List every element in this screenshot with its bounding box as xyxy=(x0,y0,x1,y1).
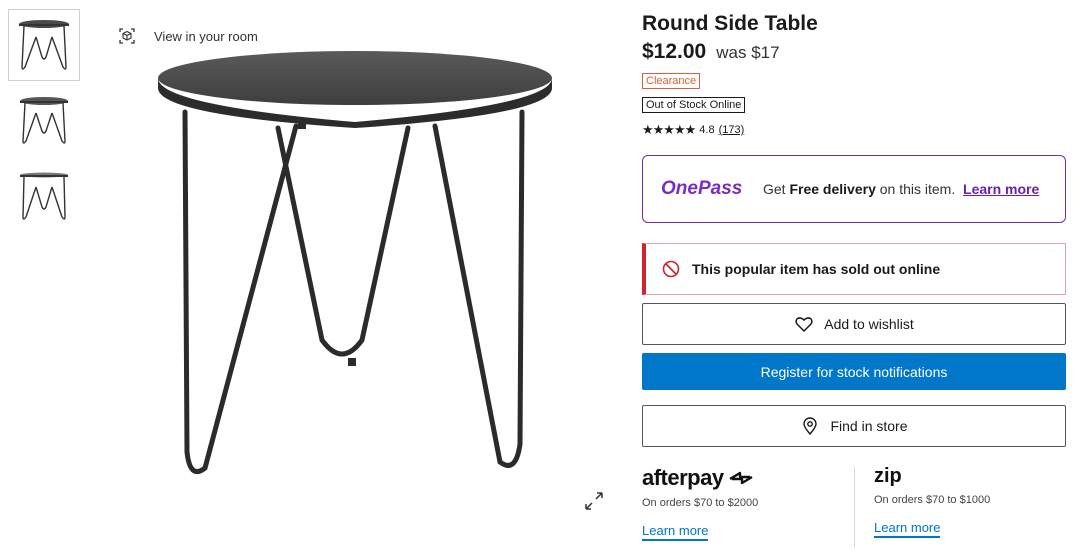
notify-label: Register for stock notifications xyxy=(760,363,948,380)
rating-row: ★★★★★ 4.8 (173) xyxy=(642,122,744,138)
onepass-text-suffix: on this item. xyxy=(875,181,956,197)
onepass-logo: OnePass xyxy=(661,178,743,199)
sold-out-message: This popular item has sold out online xyxy=(692,261,941,277)
thumbnail-1[interactable] xyxy=(8,9,80,81)
sold-out-alert: This popular item has sold out online xyxy=(642,243,1066,295)
expand-image-icon[interactable] xyxy=(583,490,605,512)
register-stock-notifications-button[interactable]: Register for stock notifications xyxy=(642,353,1066,390)
location-pin-icon xyxy=(803,417,818,436)
find-in-store-label: Find in store xyxy=(830,418,908,434)
zip-terms: On orders $70 to $1000 xyxy=(874,494,991,506)
thumbnail-list xyxy=(8,9,80,237)
out-of-stock-badge: Out of Stock Online xyxy=(642,97,746,113)
thumbnail-2[interactable] xyxy=(8,85,80,157)
rating-value: 4.8 xyxy=(699,124,715,136)
heart-icon xyxy=(795,317,813,333)
rating-stars-icon: ★★★★★ xyxy=(642,122,696,137)
view-in-room-button[interactable]: View in your room xyxy=(118,27,258,45)
afterpay-logo-text: afterpay xyxy=(642,465,724,490)
wishlist-label: Add to wishlist xyxy=(824,316,914,332)
thumbnail-3[interactable] xyxy=(8,161,80,233)
afterpay-terms: On orders $70 to $2000 xyxy=(642,497,759,509)
table-thumbnail-image xyxy=(20,97,68,144)
onepass-text-bold: Free delivery xyxy=(789,181,876,197)
afterpay-logo: afterpay xyxy=(642,465,758,491)
zip-option: zip On orders $70 to $1000 Learn more xyxy=(874,465,990,538)
onepass-message: Get Free delivery on this item. Learn mo… xyxy=(763,181,1043,197)
was-price: was $17 xyxy=(716,43,780,62)
table-thumbnail-image xyxy=(19,20,69,70)
main-product-image xyxy=(158,51,552,474)
afterpay-learn-more-link[interactable]: Learn more xyxy=(642,523,709,541)
payment-divider xyxy=(854,467,855,547)
afterpay-arrows-icon xyxy=(728,471,753,485)
current-price: $12.00 xyxy=(642,40,707,63)
table-thumbnail-image xyxy=(20,172,68,220)
onepass-text-prefix: Get xyxy=(763,181,790,197)
view-in-room-label: View in your room xyxy=(154,28,258,44)
afterpay-option: afterpay On orders $70 to $2000 Learn mo… xyxy=(642,465,758,541)
zip-learn-more-link[interactable]: Learn more xyxy=(874,520,941,538)
find-in-store-button[interactable]: Find in store xyxy=(642,405,1066,447)
product-title: Round Side Table xyxy=(642,12,818,35)
zip-logo-text: zip xyxy=(874,465,902,487)
review-count-link[interactable]: (173) xyxy=(719,124,745,136)
onepass-learn-more-link[interactable]: Learn more xyxy=(963,181,1039,197)
prohibited-icon xyxy=(662,260,680,278)
add-to-wishlist-button[interactable]: Add to wishlist xyxy=(642,303,1066,345)
price-row: $12.00 was $17 xyxy=(642,40,780,64)
ar-cube-icon xyxy=(119,28,135,44)
clearance-badge: Clearance xyxy=(642,73,701,89)
zip-logo: zip xyxy=(874,465,990,488)
onepass-banner: OnePass Get Free delivery on this item. … xyxy=(642,155,1066,223)
